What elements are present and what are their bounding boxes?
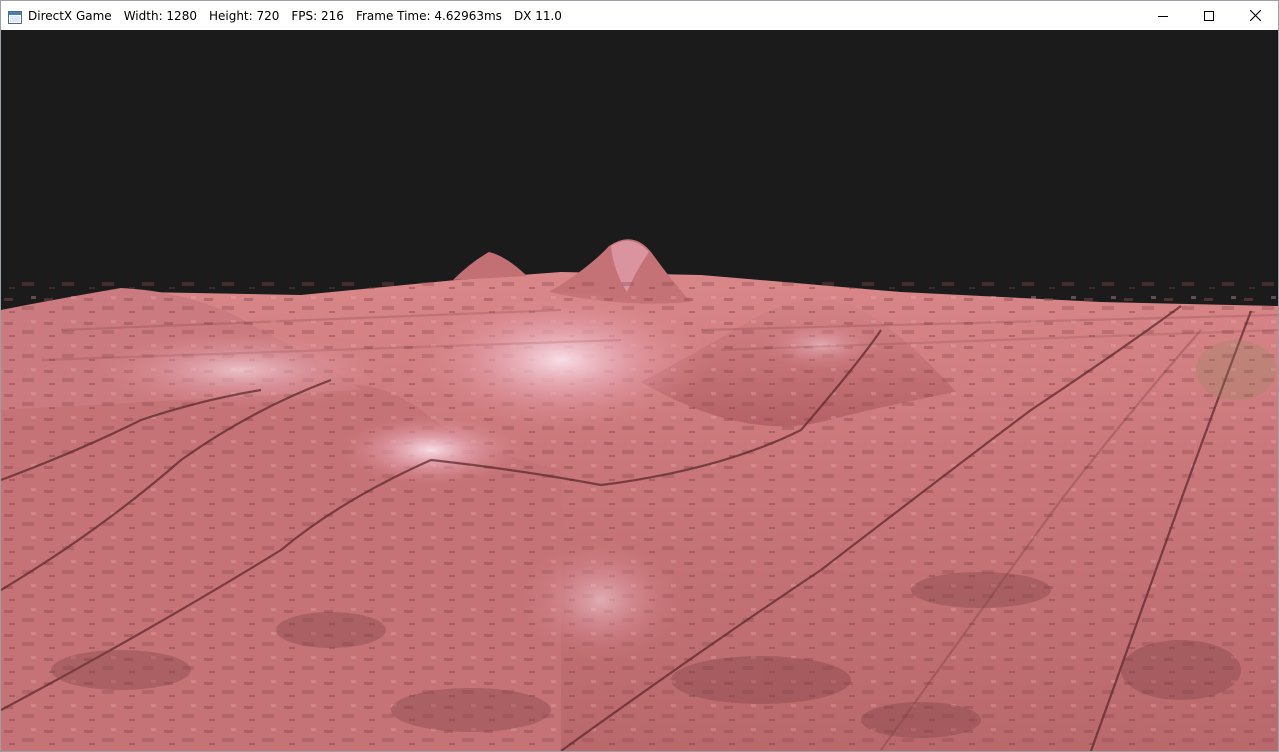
app-name: DirectX Game bbox=[28, 8, 112, 23]
directx-version: DX 11.0 bbox=[513, 8, 562, 23]
caption-buttons bbox=[1140, 1, 1278, 30]
window-title: DirectX Game Width: 1280 Height: 720 FPS… bbox=[28, 9, 562, 23]
minimize-icon bbox=[1158, 15, 1168, 17]
width-readout: Width: 1280 bbox=[123, 8, 197, 23]
game-window: DirectX Game Width: 1280 Height: 720 FPS… bbox=[0, 0, 1279, 752]
maximize-icon bbox=[1204, 10, 1214, 21]
close-icon bbox=[1249, 10, 1261, 21]
application-window-icon[interactable] bbox=[8, 9, 22, 24]
fps-readout: FPS: 216 bbox=[291, 8, 344, 23]
minimize-button[interactable] bbox=[1140, 1, 1186, 30]
height-readout: Height: 720 bbox=[208, 8, 280, 23]
frame-time-readout: Frame Time: 4.62963ms bbox=[355, 8, 502, 23]
game-viewport[interactable] bbox=[1, 30, 1278, 751]
title-bar[interactable]: DirectX Game Width: 1280 Height: 720 FPS… bbox=[1, 1, 1278, 30]
maximize-button[interactable] bbox=[1186, 1, 1232, 30]
terrain-scene bbox=[1, 30, 1278, 751]
close-button[interactable] bbox=[1232, 1, 1278, 30]
